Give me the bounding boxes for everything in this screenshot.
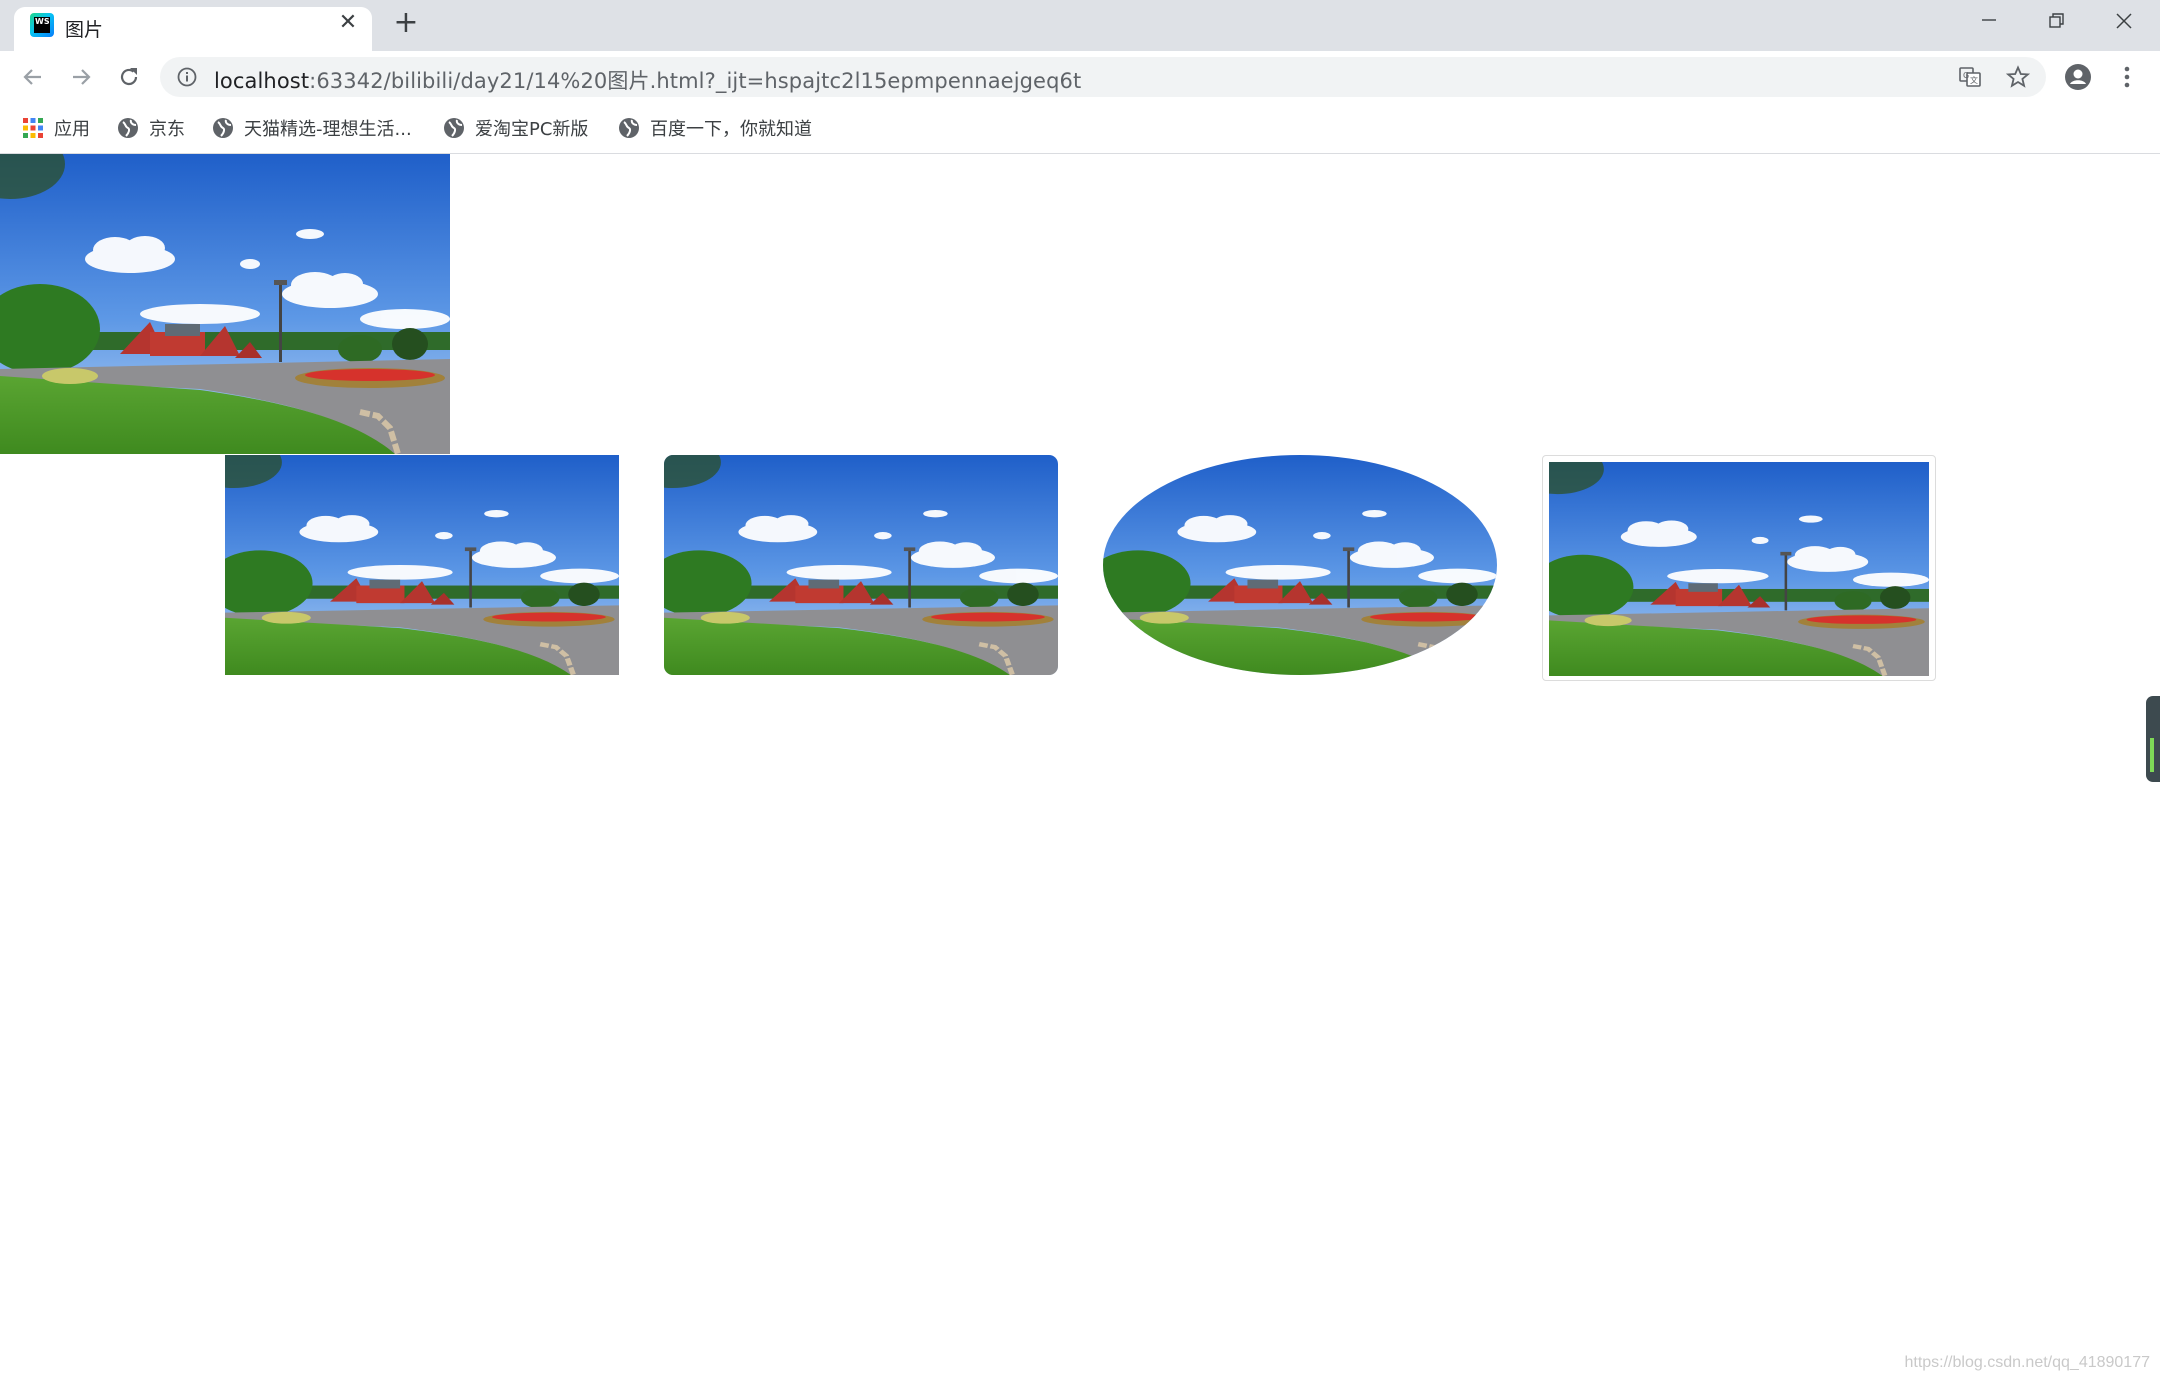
minimize-icon[interactable] bbox=[1956, 4, 2022, 42]
svg-text:G: G bbox=[1963, 71, 1969, 80]
back-arrow-icon[interactable] bbox=[16, 60, 50, 94]
tab-close-icon[interactable]: ✕ bbox=[334, 9, 362, 37]
landscape-image-ellipse bbox=[1103, 455, 1497, 675]
landscape-image-rounded bbox=[664, 455, 1058, 675]
bookmark-aitaobao[interactable]: 爱淘宝PC新版 bbox=[443, 115, 588, 141]
new-tab-button[interactable]: + bbox=[390, 8, 422, 40]
apps-grid-icon bbox=[23, 118, 43, 138]
bookmarks-bar: 应用 京东 天猫精选-理想生活... 爱淘宝PC新版 百度一下，你就知道 bbox=[0, 103, 2160, 154]
bookmark-label: 京东 bbox=[149, 119, 185, 140]
bookmark-label: 爱淘宝PC新版 bbox=[475, 119, 589, 140]
browser-tab[interactable]: WS 图片 ✕ bbox=[14, 7, 372, 51]
info-icon[interactable] bbox=[177, 67, 197, 87]
tab-title: 图片 bbox=[65, 19, 104, 41]
translate-icon[interactable]: G 文 bbox=[1958, 65, 1982, 89]
url-path: :63342/bilibili/day21/14%20图片.html?_ijt=… bbox=[309, 69, 1082, 93]
bookmark-jd[interactable]: 京东 bbox=[117, 115, 185, 141]
landscape-image-original bbox=[0, 154, 450, 454]
landscape-image-plain bbox=[225, 455, 619, 675]
globe-icon bbox=[213, 118, 233, 138]
url-text[interactable]: localhost:63342/bilibili/day21/14%20图片.h… bbox=[214, 65, 1081, 95]
globe-icon bbox=[444, 118, 464, 138]
close-window-icon[interactable] bbox=[2090, 4, 2156, 42]
webstorm-favicon-icon: WS bbox=[30, 13, 54, 37]
watermark: https://blog.csdn.net/qq_41890177 bbox=[1904, 1354, 2150, 1371]
forward-arrow-icon[interactable] bbox=[64, 60, 98, 94]
more-vert-icon[interactable] bbox=[2110, 60, 2144, 94]
reload-icon[interactable] bbox=[112, 60, 146, 94]
browser-toolbar: localhost:63342/bilibili/day21/14%20图片.h… bbox=[0, 51, 2160, 103]
bookmark-tmall[interactable]: 天猫精选-理想生活... bbox=[212, 115, 412, 141]
svg-text:文: 文 bbox=[1970, 75, 1978, 85]
bookmark-label: 天猫精选-理想生活... bbox=[244, 119, 412, 140]
bookmark-label: 百度一下，你就知道 bbox=[650, 119, 812, 140]
bookmark-apps[interactable]: 应用 bbox=[22, 115, 90, 141]
tab-strip: WS 图片 ✕ + bbox=[0, 0, 2160, 51]
restore-icon[interactable] bbox=[2023, 4, 2089, 42]
address-bar[interactable]: localhost:63342/bilibili/day21/14%20图片.h… bbox=[160, 57, 2046, 97]
handle-indicator bbox=[2150, 738, 2154, 772]
star-icon[interactable] bbox=[2006, 65, 2030, 89]
url-host: localhost bbox=[214, 69, 310, 93]
bookmark-baidu[interactable]: 百度一下，你就知道 bbox=[618, 115, 812, 141]
account-icon[interactable] bbox=[2061, 60, 2095, 94]
landscape-image-thumbnail bbox=[1542, 455, 1936, 681]
bookmark-label: 应用 bbox=[54, 119, 90, 140]
globe-icon bbox=[619, 118, 639, 138]
globe-icon bbox=[118, 118, 138, 138]
side-panel-handle[interactable] bbox=[2146, 696, 2160, 782]
